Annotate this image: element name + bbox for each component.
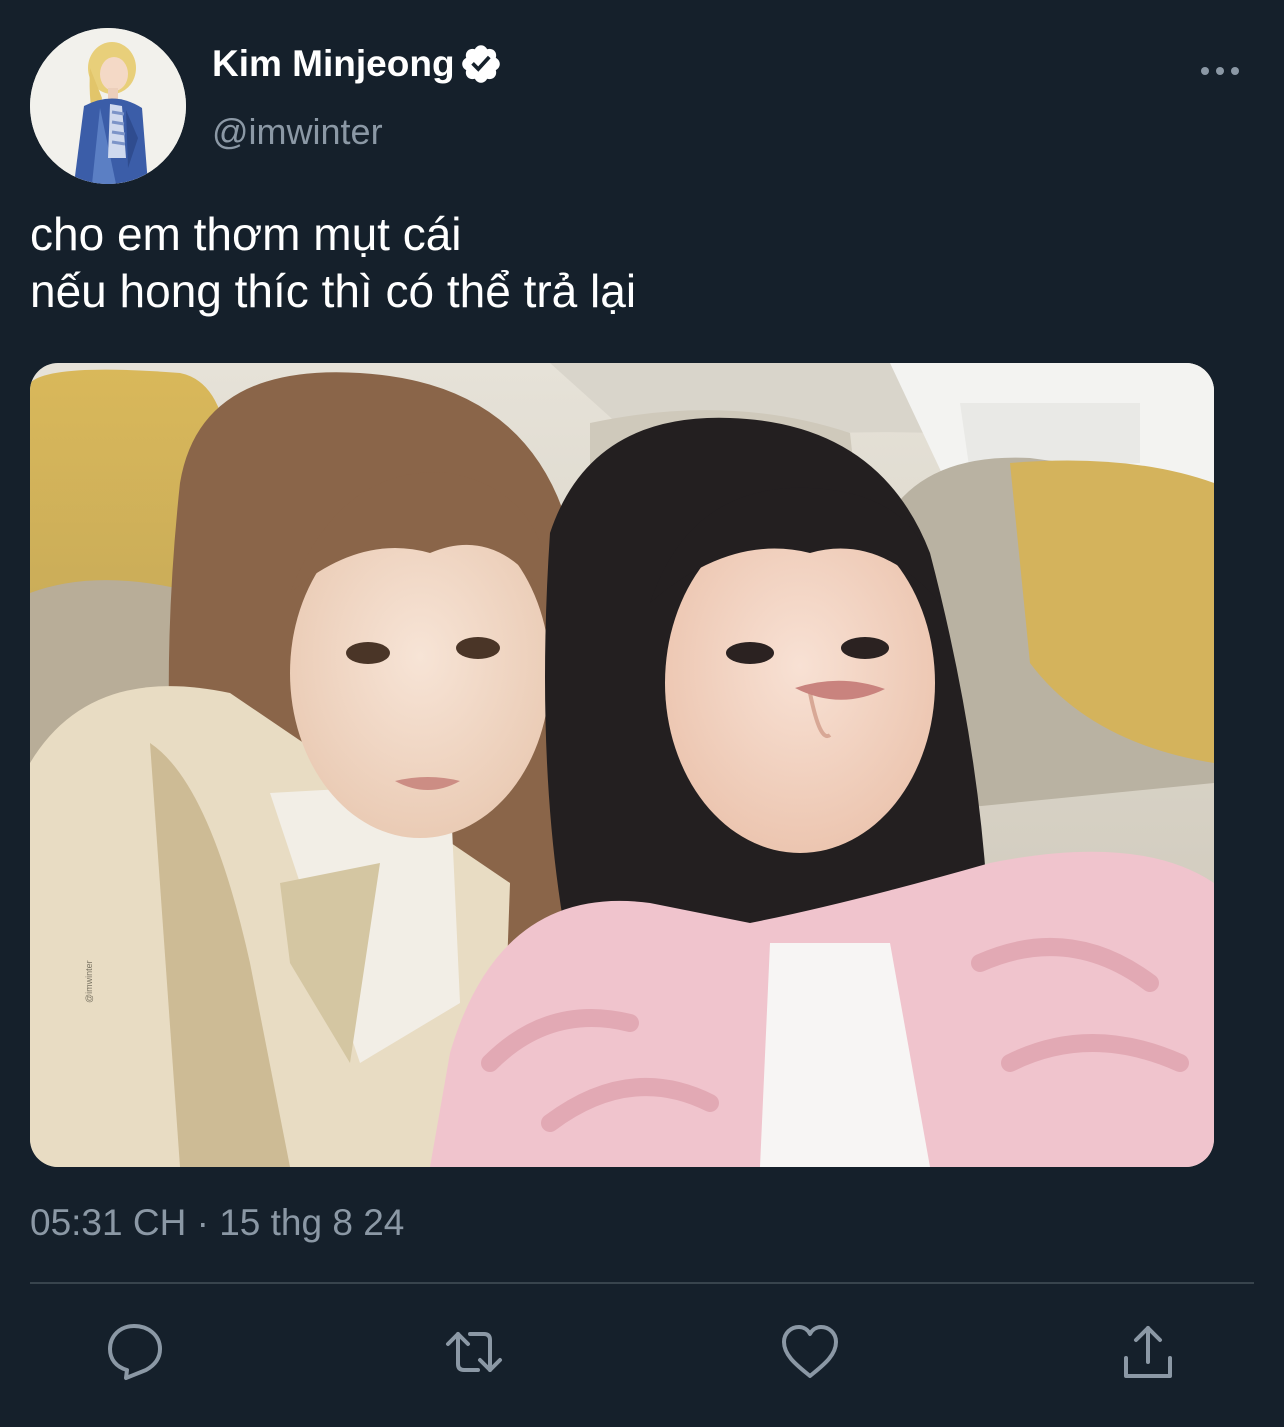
avatar[interactable]	[30, 28, 186, 184]
retweet-arrows-icon	[446, 1332, 502, 1372]
retweet-button[interactable]	[442, 1320, 506, 1384]
speech-bubble-icon	[108, 1324, 162, 1380]
more-options-button[interactable]	[1196, 56, 1244, 86]
tweet-timestamp[interactable]: 05:31 CH · 15 thg 8 24	[30, 1200, 404, 1246]
tweet-text-line: cho em thơm mụt cái	[30, 208, 462, 260]
tweet-photo[interactable]: @imwinter	[30, 363, 1214, 1167]
avatar-photo	[30, 28, 186, 184]
tweet-text: cho em thơm mụt cái nếu hong thíc thì có…	[30, 206, 1250, 320]
share-upload-icon	[1124, 1326, 1172, 1378]
divider	[30, 1282, 1254, 1284]
author-handle[interactable]: @imwinter	[212, 110, 383, 154]
ellipsis-icon	[1201, 67, 1239, 75]
verified-badge-icon	[461, 45, 500, 83]
tweet-text-line: nếu hong thíc thì có thể trả lại	[30, 265, 637, 317]
share-button[interactable]	[1116, 1320, 1180, 1384]
display-name[interactable]: Kim Minjeong	[212, 42, 455, 86]
selfie-photo: @imwinter	[30, 363, 1214, 1167]
author-name-row[interactable]: Kim Minjeong	[212, 42, 503, 86]
reply-button[interactable]	[104, 1320, 168, 1384]
like-button[interactable]	[778, 1320, 842, 1384]
heart-icon	[782, 1325, 838, 1378]
photo-watermark: @imwinter	[84, 960, 94, 1003]
